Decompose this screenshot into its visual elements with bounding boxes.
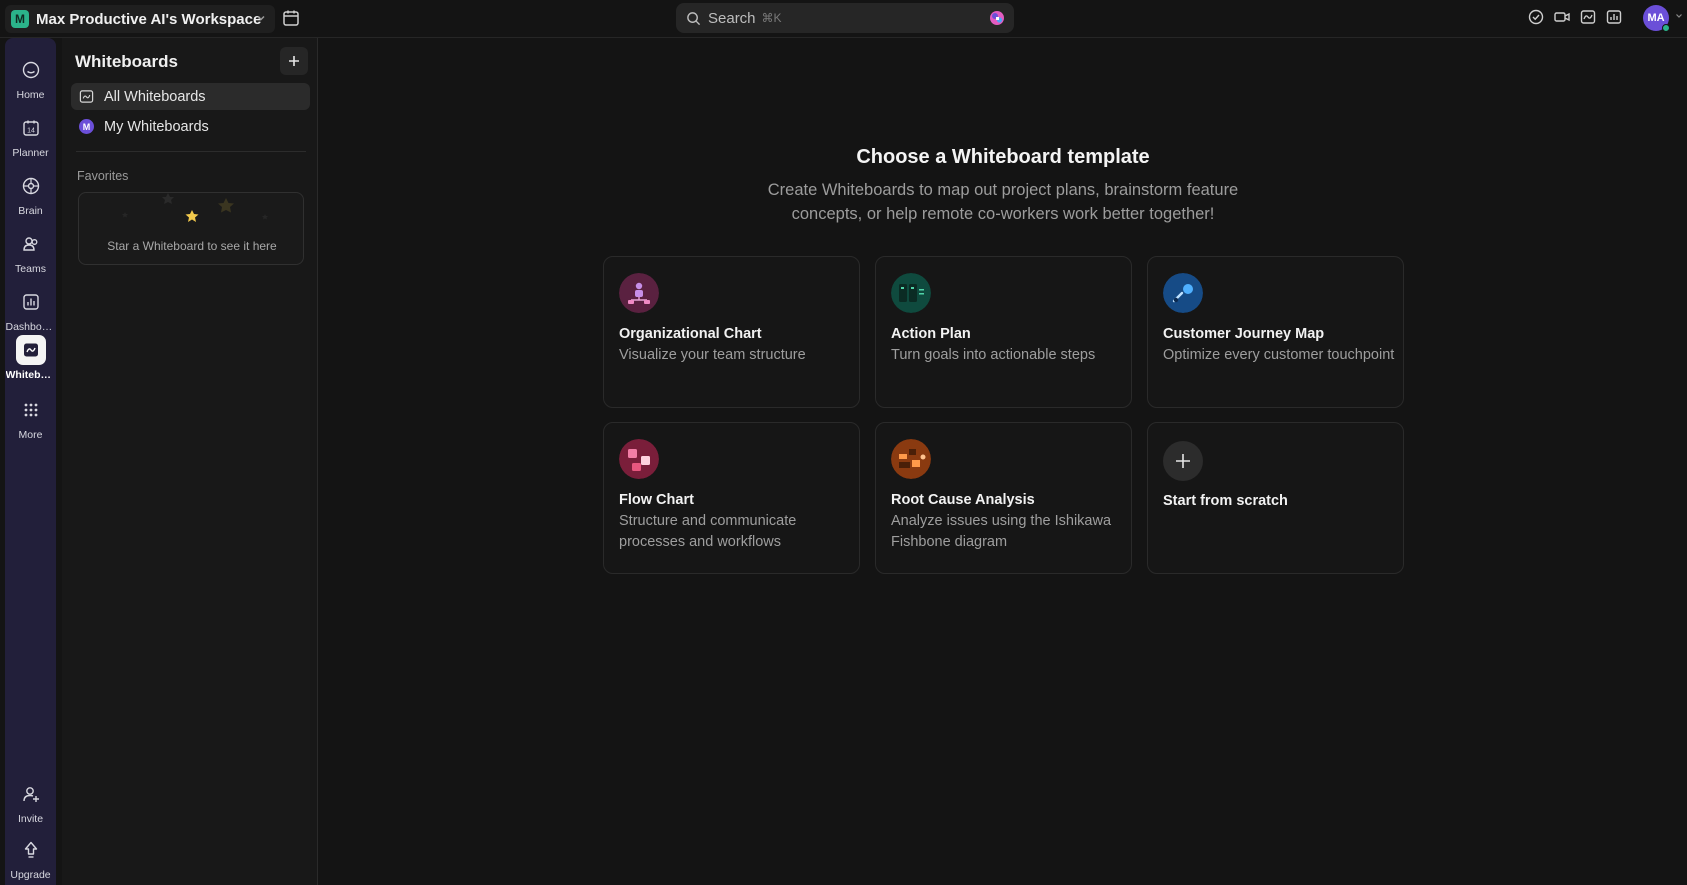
rail-item-teams[interactable]: Teams: [5, 225, 56, 281]
task-check-icon[interactable]: [1527, 8, 1545, 26]
workspace-switcher[interactable]: M Max Productive AI's Workspace: [5, 5, 275, 33]
template-title: Start from scratch: [1163, 493, 1288, 509]
template-card-start-from-scratch[interactable]: Start from scratch: [1147, 422, 1404, 574]
rail-label: Whitebo...: [5, 369, 56, 381]
calendar-icon: 14: [16, 113, 46, 143]
rail-label: Teams: [15, 263, 46, 275]
template-desc: Visualize your team structure: [619, 347, 806, 363]
rail-item-more[interactable]: More: [5, 391, 56, 447]
rail-item-upgrade[interactable]: Upgrade: [5, 831, 56, 885]
template-title: Customer Journey Map: [1163, 326, 1325, 342]
chevron-down-icon[interactable]: [1675, 12, 1683, 20]
dashboard-icon: [16, 287, 46, 317]
template-card-action-plan[interactable]: Action Plan Turn goals into actionable s…: [875, 256, 1132, 408]
flow-chart-icon: [619, 439, 659, 479]
search-placeholder: Search: [708, 9, 756, 27]
invite-icon: [16, 779, 46, 809]
brain-icon: [16, 171, 46, 201]
rail-label: Brain: [18, 205, 43, 217]
sidebar-item-label: My Whiteboards: [104, 118, 209, 135]
rail-label: More: [18, 429, 43, 441]
template-title: Root Cause Analysis: [891, 492, 1035, 508]
top-bar: M Max Productive AI's Workspace Search ⌘…: [0, 0, 1687, 38]
video-icon[interactable]: [1553, 8, 1571, 26]
page-subtitle: Create Whiteboards to map out project pl…: [767, 181, 1239, 223]
teams-icon: [16, 229, 46, 259]
action-plan-icon: [891, 273, 931, 313]
whiteboards-sidebar: Whiteboards All Whiteboards M My Whitebo…: [62, 38, 318, 885]
plus-icon: [289, 56, 299, 66]
rail-label: Invite: [17, 813, 44, 825]
ai-assistant-icon[interactable]: [988, 9, 1006, 27]
workspace-avatar: M: [11, 10, 29, 28]
workspace-name: Max Productive AI's Workspace: [36, 10, 262, 28]
rail-item-invite[interactable]: Invite: [5, 775, 56, 831]
whiteboard-icon: [79, 90, 94, 103]
home-icon: [16, 55, 46, 85]
journey-map-icon: [1163, 273, 1203, 313]
rail-item-planner[interactable]: 14 Planner: [5, 109, 56, 165]
template-title: Organizational Chart: [619, 326, 762, 342]
template-card-flow-chart[interactable]: Flow Chart Structure and communicate pro…: [603, 422, 860, 574]
search-icon: [687, 11, 701, 25]
grid-icon: [16, 395, 46, 425]
sidebar-title: Whiteboards: [75, 52, 178, 71]
rail-item-home[interactable]: Home: [5, 51, 56, 107]
svg-text:14: 14: [27, 128, 35, 135]
whiteboard-icon[interactable]: [1579, 8, 1597, 26]
search-shortcut: ⌘K: [761, 11, 782, 25]
rail-item-whiteboards[interactable]: Whitebo...: [5, 331, 56, 387]
org-chart-icon: [619, 273, 659, 313]
rail-item-brain[interactable]: Brain: [5, 167, 56, 223]
top-actions: [1527, 8, 1623, 26]
rail-label: Home: [16, 89, 45, 101]
online-status-dot: [1662, 24, 1670, 32]
fishbone-icon: [891, 439, 931, 479]
template-desc: Turn goals into actionable steps: [891, 347, 1096, 363]
whiteboard-icon: [15, 335, 46, 365]
template-title: Action Plan: [891, 326, 971, 342]
user-badge-icon: M: [79, 119, 94, 134]
dashboard-icon[interactable]: [1605, 8, 1623, 26]
sidebar-item-label: All Whiteboards: [104, 88, 206, 105]
template-desc: Optimize every customer touchpoint: [1163, 347, 1395, 363]
page-title: Choose a Whiteboard template: [856, 146, 1150, 168]
star-icon: [122, 193, 268, 222]
upgrade-icon: [16, 835, 46, 865]
favorites-empty-text: Star a Whiteboard to see it here: [107, 239, 277, 253]
template-desc: Structure and communicate processes and …: [619, 513, 797, 550]
main-content: Choose a Whiteboard template Create Whit…: [319, 38, 1687, 885]
primary-rail: Home 14 Planner Brain Teams Dashboa... W…: [5, 38, 56, 885]
user-avatar[interactable]: MA: [1643, 5, 1670, 32]
user-initials: MA: [1647, 12, 1665, 24]
chevron-down-icon: [257, 15, 265, 21]
calendar-icon[interactable]: [281, 8, 301, 28]
template-title: Flow Chart: [619, 492, 694, 508]
favorites-heading: Favorites: [77, 169, 129, 183]
rail-label: Upgrade: [10, 869, 51, 881]
search-bar[interactable]: Search ⌘K: [676, 3, 1014, 33]
template-card-root-cause-analysis[interactable]: Root Cause Analysis Analyze issues using…: [875, 422, 1132, 574]
favorites-empty-state: Star a Whiteboard to see it here: [78, 192, 304, 265]
template-card-customer-journey-map[interactable]: Customer Journey Map Optimize every cust…: [1147, 256, 1404, 408]
add-whiteboard-button[interactable]: [280, 47, 308, 75]
sidebar-item-all-whiteboards[interactable]: All Whiteboards: [71, 83, 310, 110]
template-card-organizational-chart[interactable]: Organizational Chart Visualize your team…: [603, 256, 860, 408]
plus-icon: [1163, 441, 1203, 481]
template-desc: Analyze issues using the Ishikawa Fishbo…: [891, 513, 1112, 550]
rail-label: Planner: [12, 147, 49, 159]
sidebar-item-my-whiteboards[interactable]: M My Whiteboards: [71, 113, 310, 140]
divider: [76, 151, 306, 152]
